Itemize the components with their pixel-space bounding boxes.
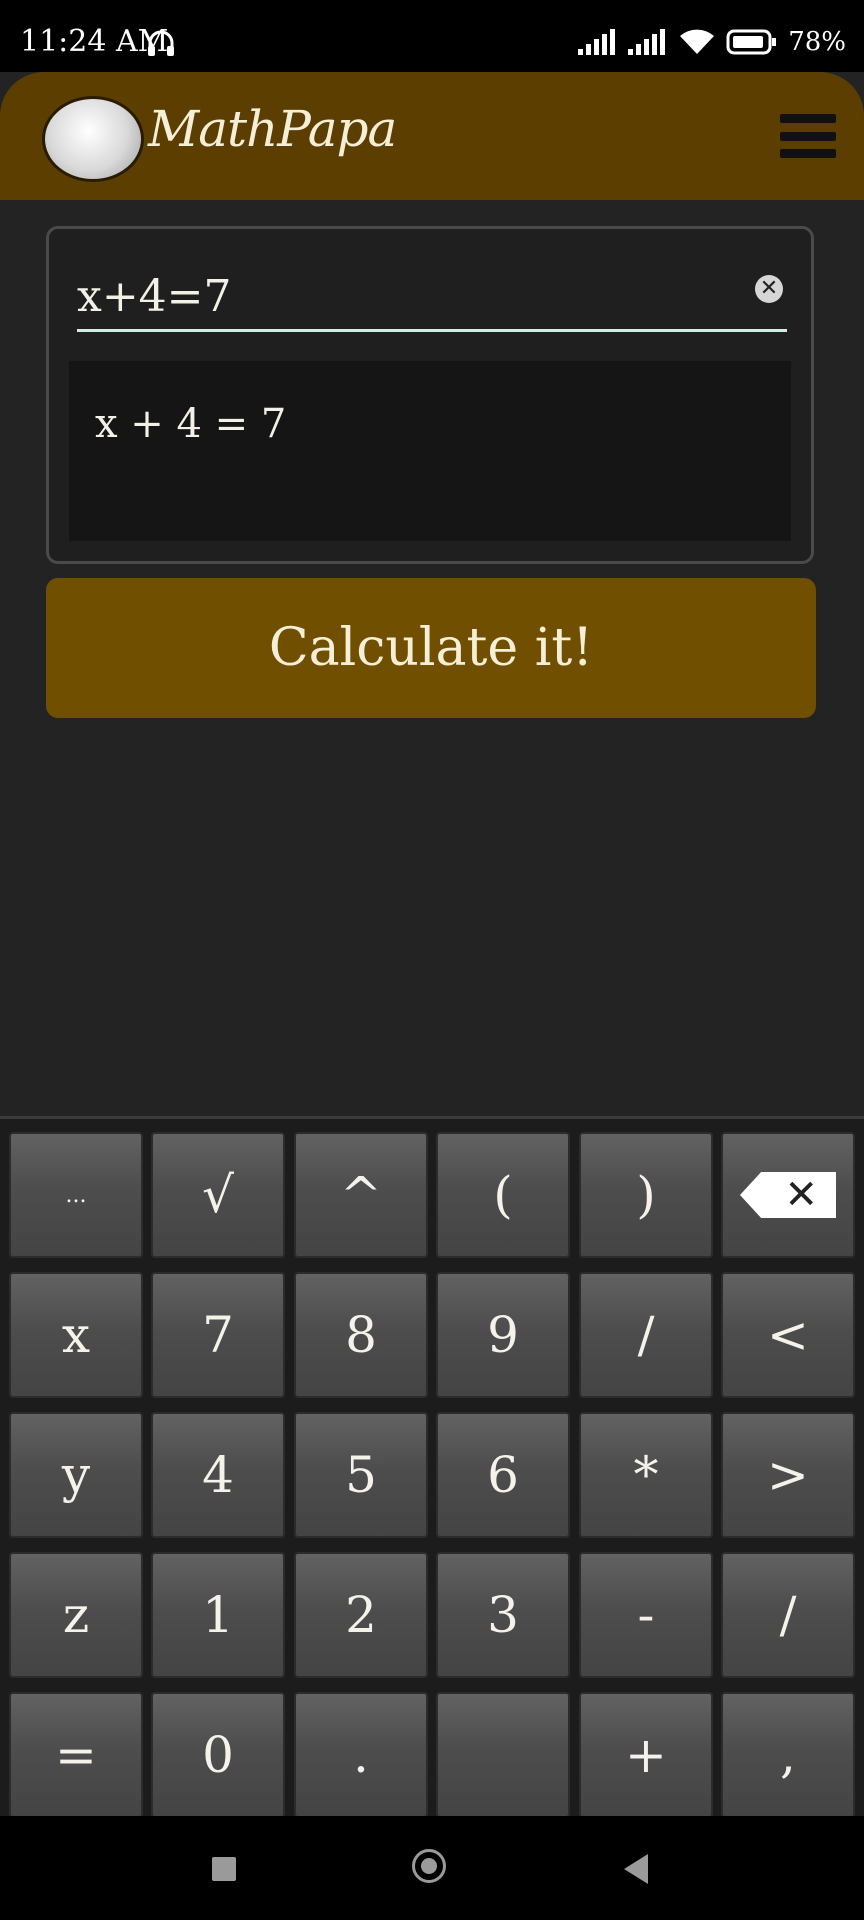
key-open-paren[interactable]: (: [436, 1132, 570, 1258]
battery-icon: [726, 29, 777, 55]
key-greater-than[interactable]: >: [721, 1412, 855, 1538]
clear-input-icon[interactable]: ✕: [755, 275, 783, 303]
key-comma[interactable]: ,: [721, 1692, 855, 1818]
signal-icon: [628, 29, 666, 55]
key-2[interactable]: 2: [294, 1552, 428, 1678]
key-y[interactable]: y: [9, 1412, 143, 1538]
problem-input-card: x+4=7 ✕ x + 4 = 7: [46, 226, 814, 564]
key-7[interactable]: 7: [151, 1272, 285, 1398]
recent-apps-icon[interactable]: [212, 1857, 236, 1881]
status-icons: 78%: [578, 24, 846, 60]
key-plus[interactable]: +: [579, 1692, 713, 1818]
app-header: MathPapa: [0, 72, 864, 200]
key-caret[interactable]: ^: [294, 1132, 428, 1258]
battery-percent: 78%: [788, 27, 846, 57]
status-bar: 11:24 AM 78%: [0, 0, 864, 72]
wifi-icon: [680, 29, 715, 54]
key-1[interactable]: 1: [151, 1552, 285, 1678]
mathpapa-logo: [42, 96, 144, 182]
problem-input[interactable]: x+4=7 ✕: [77, 267, 787, 332]
key-equals[interactable]: =: [9, 1692, 143, 1818]
calculate-button[interactable]: Calculate it!: [46, 578, 816, 718]
signal-icon: [578, 29, 616, 55]
key-space[interactable]: [436, 1692, 570, 1818]
key-decimal[interactable]: .: [294, 1692, 428, 1818]
hamburger-menu-icon[interactable]: [780, 114, 836, 158]
key-close-paren[interactable]: ): [579, 1132, 713, 1258]
key-4[interactable]: 4: [151, 1412, 285, 1538]
key-8[interactable]: 8: [294, 1272, 428, 1398]
math-keyboard: ... √ ^ ( ) ✕ x 7 8 9 / < y 4 5 6 * > z …: [0, 1116, 864, 1819]
key-divide[interactable]: /: [579, 1272, 713, 1398]
key-5[interactable]: 5: [294, 1412, 428, 1538]
key-fraction[interactable]: /: [721, 1552, 855, 1678]
problem-input-value: x+4=7: [77, 271, 232, 322]
headset-icon: [148, 30, 174, 56]
home-icon[interactable]: [412, 1849, 446, 1883]
key-minus[interactable]: -: [579, 1552, 713, 1678]
key-more[interactable]: ...: [9, 1132, 143, 1258]
key-less-than[interactable]: <: [721, 1272, 855, 1398]
key-3[interactable]: 3: [436, 1552, 570, 1678]
key-9[interactable]: 9: [436, 1272, 570, 1398]
expression-preview: x + 4 = 7: [69, 361, 791, 541]
key-6[interactable]: 6: [436, 1412, 570, 1538]
key-0[interactable]: 0: [151, 1692, 285, 1818]
key-backspace[interactable]: ✕: [721, 1132, 855, 1258]
back-icon[interactable]: [624, 1854, 648, 1884]
key-z[interactable]: z: [9, 1552, 143, 1678]
system-nav-bar: [0, 1816, 864, 1920]
app-title: MathPapa: [148, 100, 397, 158]
expression-preview-text: x + 4 = 7: [95, 401, 287, 447]
key-multiply[interactable]: *: [579, 1412, 713, 1538]
key-sqrt[interactable]: √: [151, 1132, 285, 1258]
key-x[interactable]: x: [9, 1272, 143, 1398]
backspace-icon: ✕: [740, 1172, 836, 1218]
